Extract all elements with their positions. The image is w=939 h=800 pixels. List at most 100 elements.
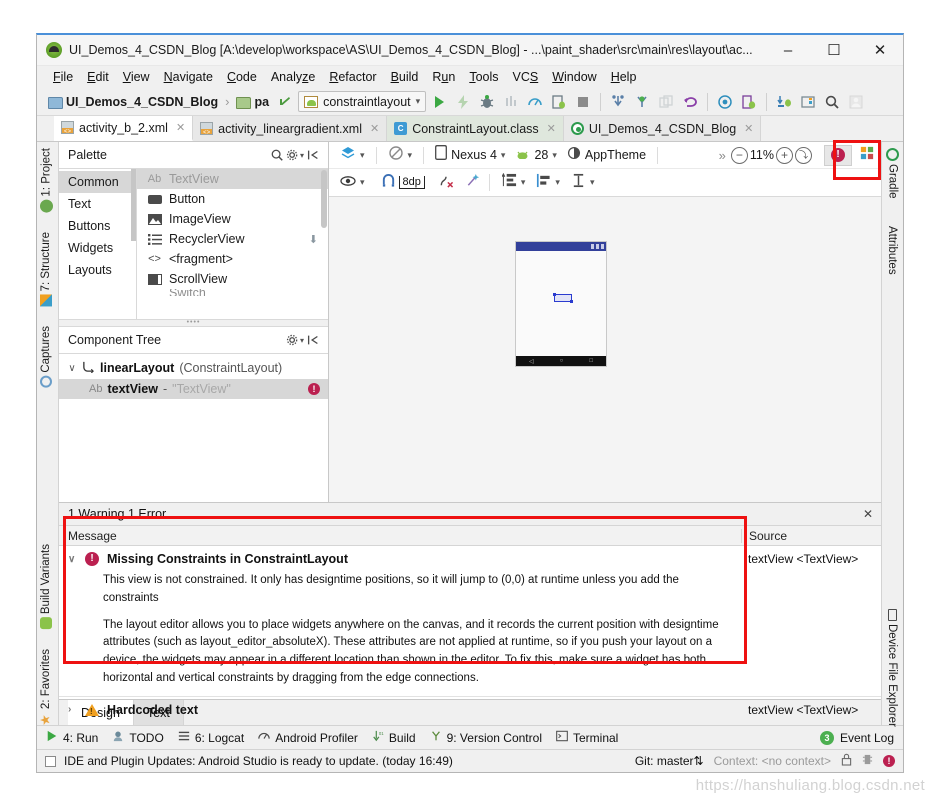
sidebar-item-structure[interactable]: 7: Structure (40, 230, 52, 308)
sidebar-item-captures[interactable]: Captures (40, 324, 52, 390)
breadcrumb-project[interactable]: UI_Demos_4_CSDN_Blog (45, 94, 221, 110)
tree-twisty-icon[interactable]: ∨ (68, 554, 77, 565)
stop-button[interactable] (572, 91, 594, 113)
menu-analyze[interactable]: Analyze (264, 68, 322, 86)
menu-run[interactable]: Run (425, 68, 462, 86)
debug-button[interactable] (476, 91, 498, 113)
problem-title-row[interactable]: › Hardcoded text (59, 697, 741, 721)
attach-debugger-icon[interactable] (548, 91, 570, 113)
menu-edit[interactable]: Edit (80, 68, 116, 86)
bottom-item-terminal[interactable]: Terminal (556, 730, 618, 745)
breadcrumb-module[interactable]: pa (233, 94, 272, 110)
palette-category-common[interactable]: Common (59, 171, 136, 193)
git-branch[interactable]: Git: master⇅ (635, 754, 704, 768)
palette-item-switch[interactable]: Switch (137, 289, 328, 296)
undo-icon[interactable] (679, 91, 701, 113)
close-button[interactable]: ✕ (857, 35, 903, 65)
menu-window[interactable]: Window (545, 68, 603, 86)
vcs-update-icon[interactable] (607, 91, 629, 113)
design-error-badge[interactable]: ! (824, 144, 852, 166)
sidebar-item-device-file-explorer[interactable]: Device File Explorer (886, 607, 898, 729)
vcs-history-icon[interactable] (655, 91, 677, 113)
attributes-icon[interactable] (860, 146, 874, 165)
menu-help[interactable]: Help (604, 68, 644, 86)
search-everywhere-icon[interactable] (821, 91, 843, 113)
design-canvas[interactable]: ◁ ○ □ (329, 197, 881, 502)
collapse-icon[interactable] (304, 331, 322, 349)
project-structure-icon[interactable] (797, 91, 819, 113)
run-button[interactable] (428, 91, 450, 113)
palette-item-textview[interactable]: Ab TextView (137, 169, 328, 189)
profile-button[interactable] (524, 91, 546, 113)
gear-icon[interactable]: ▾ (286, 331, 304, 349)
menu-view[interactable]: View (116, 68, 157, 86)
infer-constraints-icon[interactable] (465, 173, 481, 193)
palette-category-layouts[interactable]: Layouts (59, 259, 136, 281)
palette-category-buttons[interactable]: Buttons (59, 215, 136, 237)
palette-category-text[interactable]: Text (59, 193, 136, 215)
view-mode-selector[interactable]: ▾ (336, 145, 369, 166)
clear-constraints-icon[interactable] (438, 173, 454, 193)
sdk-manager-icon[interactable] (714, 91, 736, 113)
sidebar-item-build-variants[interactable]: Build Variants (40, 542, 52, 631)
editor-tab-close-icon[interactable]: ✕ (744, 122, 753, 135)
problem-title-row[interactable]: ∨ ! Missing Constraints in ConstraintLay… (59, 546, 741, 570)
magnet-icon[interactable] (381, 173, 396, 193)
tree-twisty-icon[interactable]: › (68, 704, 77, 715)
menu-refactor[interactable]: Refactor (322, 68, 383, 86)
view-options-selector[interactable]: ▾ (336, 174, 369, 192)
column-header-source[interactable]: Source (741, 528, 881, 543)
align-selector[interactable]: ▾ (532, 173, 564, 193)
lock-icon[interactable] (841, 753, 852, 769)
sync-gradle-icon[interactable] (274, 91, 296, 113)
status-message[interactable]: IDE and Plugin Updates: Android Studio i… (64, 754, 453, 768)
overflow-icon[interactable]: » (719, 148, 729, 163)
tree-row-textview[interactable]: Ab textView - "TextView" ! (59, 379, 328, 399)
user-account-icon[interactable] (845, 91, 867, 113)
event-log-group[interactable]: 3 Event Log (819, 730, 894, 745)
avd-manager-icon[interactable] (738, 91, 760, 113)
palette-item-scrollview[interactable]: ScrollView (137, 269, 328, 289)
run-on-device-icon[interactable] (773, 91, 795, 113)
download-icon[interactable]: ⬇ (309, 233, 318, 246)
api-level-selector[interactable]: 28 ▾ (511, 146, 560, 164)
device-selector[interactable]: Nexus 4 ▾ (431, 145, 509, 165)
zoom-out-button[interactable]: − (730, 146, 748, 164)
bottom-item-build[interactable]: 01 Build (372, 730, 416, 745)
pack-selector[interactable]: ▾ (498, 172, 530, 193)
sidebar-item-project[interactable]: 1: Project (40, 146, 53, 215)
editor-tab-activity-lineargradient[interactable]: activity_lineargradient.xml ✕ (193, 116, 388, 141)
menu-tools[interactable]: Tools (462, 68, 505, 86)
run-with-coverage-button[interactable] (500, 91, 522, 113)
collapse-icon[interactable] (304, 146, 322, 164)
bottom-item-logcat[interactable]: 6: Logcat (178, 730, 244, 745)
palette-item-imageview[interactable]: ImageView (137, 209, 328, 229)
palette-tree-splitter[interactable]: •••• (59, 319, 328, 327)
device-preview[interactable]: ◁ ○ □ (515, 241, 607, 367)
sidebar-item-gradle[interactable]: Gradle (886, 146, 899, 201)
problems-close-icon[interactable]: ✕ (863, 507, 873, 521)
problem-row-hardcoded-text[interactable]: › Hardcoded text textView <TextView> (59, 695, 881, 721)
bottom-item-android-profiler[interactable]: Android Profiler (258, 730, 358, 745)
search-icon[interactable] (268, 146, 286, 164)
editor-tab-constraintlayout-class[interactable]: C ConstraintLayout.class ✕ (387, 116, 564, 141)
minimize-button[interactable]: – (765, 35, 811, 65)
palette-categories-scrollbar[interactable] (131, 169, 136, 241)
menu-file[interactable]: File (46, 68, 80, 86)
palette-item-button[interactable]: Button (137, 189, 328, 209)
editor-tab-ui-demos[interactable]: UI_Demos_4_CSDN_Blog ✕ (563, 116, 762, 141)
sidebar-item-favorites[interactable]: ★ 2: Favorites (39, 647, 54, 729)
menu-code[interactable]: Code (220, 68, 264, 86)
bottom-item-version-control[interactable]: 9: Version Control (430, 730, 542, 745)
editor-tab-close-icon[interactable]: ✕ (370, 122, 379, 135)
sidebar-item-attributes[interactable]: Attributes (886, 224, 898, 277)
bottom-item-run[interactable]: 4: Run (46, 730, 98, 745)
memory-icon[interactable] (862, 753, 873, 769)
menu-navigate[interactable]: Navigate (157, 68, 220, 86)
palette-items-scrollbar[interactable] (321, 170, 327, 228)
palette-item-recyclerview[interactable]: RecyclerView ⬇ (137, 229, 328, 249)
run-configuration-selector[interactable]: constraintlayout ▾ (298, 91, 427, 112)
menu-vcs[interactable]: VCS (506, 68, 546, 86)
bottom-item-todo[interactable]: TODO (112, 730, 164, 745)
tree-row-linearlayout[interactable]: ∨ linearLayout (ConstraintLayout) (59, 357, 328, 379)
